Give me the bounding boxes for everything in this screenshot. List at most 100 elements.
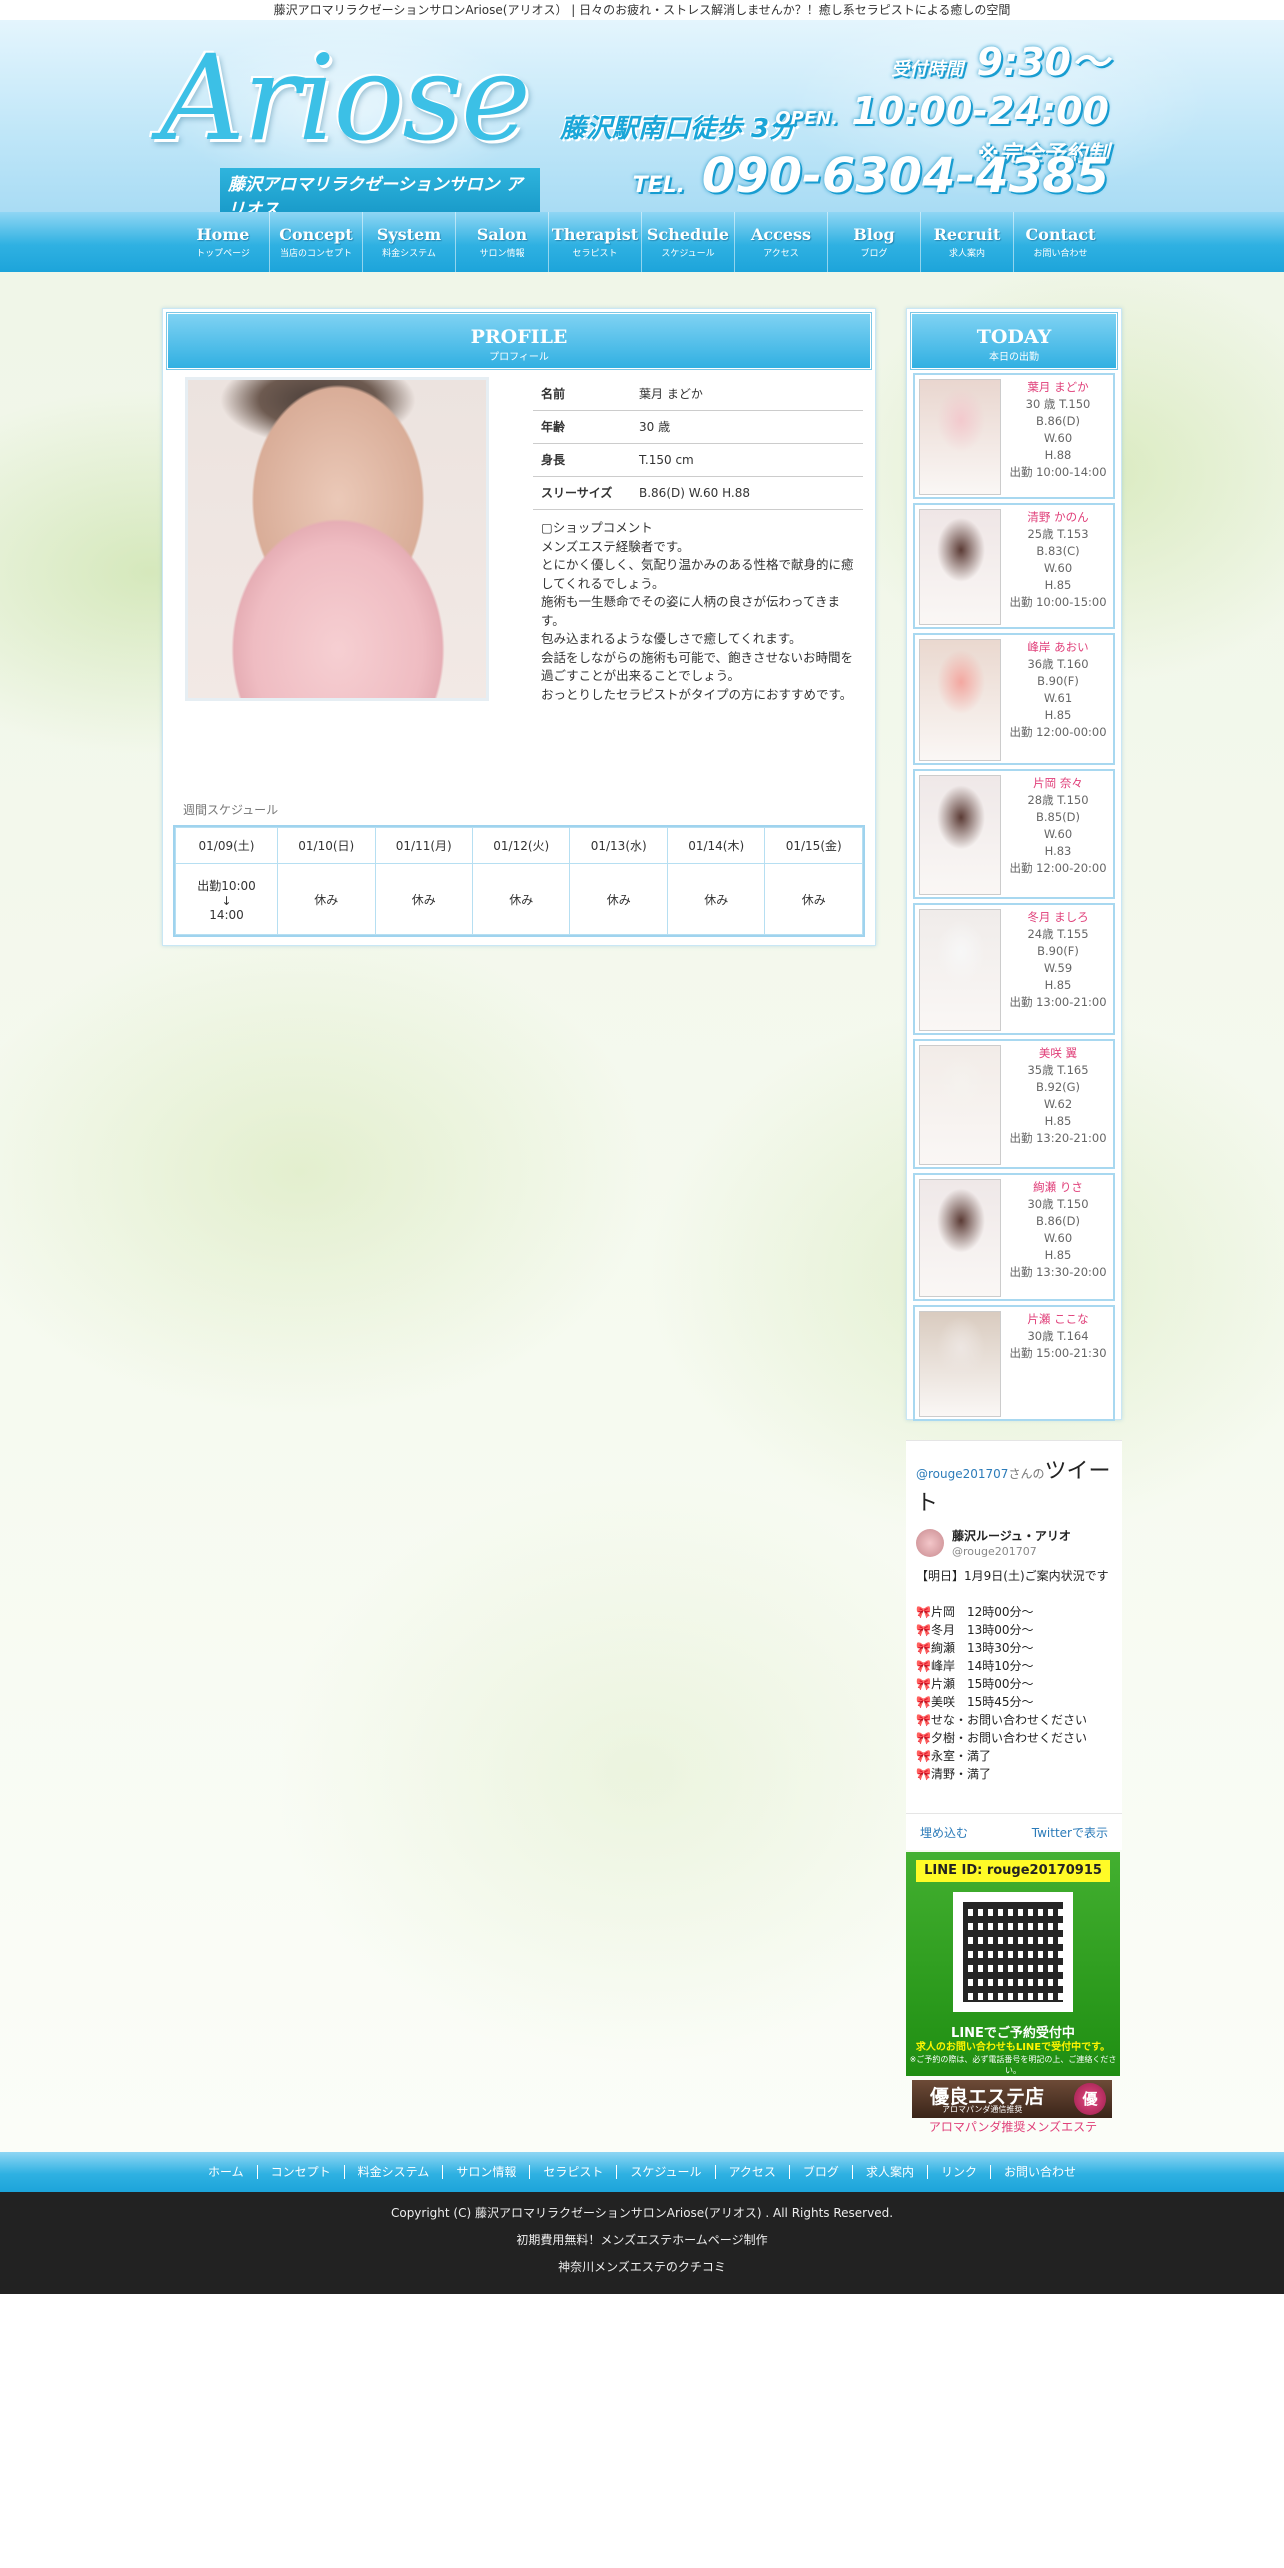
profile-title: PROFILE bbox=[470, 326, 568, 348]
cast-detail: 出勤 10:00-15:00 bbox=[1009, 595, 1107, 609]
footer-nav-link[interactable]: 料金システム bbox=[343, 2165, 443, 2179]
tweet-line: 🎀片岡 12時00分〜 bbox=[916, 1605, 1034, 1619]
today-cast-card[interactable]: 片岡 奈々 28歳 T.150 B.85(D) W.60 H.83 出勤 12:00-20… bbox=[913, 769, 1115, 899]
footer-nav-link[interactable]: リンク bbox=[926, 2165, 990, 2179]
comment-line: メンズエステ経験者です。 bbox=[541, 538, 690, 554]
seal-icon: 優 bbox=[1074, 2083, 1106, 2115]
nav-item-contact[interactable]: Contact お問い合わせ bbox=[1014, 212, 1107, 272]
station-info: 藤沢駅南口徒歩 3分 bbox=[560, 114, 796, 144]
tel-value: 090-6304-4385 bbox=[701, 148, 1109, 204]
shop-comment: ▢ショップコメント メンズエステ経験者です。 とにかく優しく、気配り温かみのある性… bbox=[541, 519, 861, 704]
spec-key: 年齢 bbox=[533, 410, 631, 444]
tweet-body: 【明日】1月9日(土)ご案内状況です 🎀片岡 12時00分〜 🎀冬月 13時00分〜… bbox=[916, 1567, 1116, 1783]
logo[interactable]: Ariose 藤沢アロマリラクゼーションサロン アリオス bbox=[160, 28, 540, 222]
cast-detail: 25歳 T.153 bbox=[1027, 527, 1089, 541]
spec-row: 身長 T.150 cm bbox=[533, 443, 863, 477]
open-label: OPEN. bbox=[775, 108, 839, 129]
nav-item-system[interactable]: System 料金システム bbox=[363, 212, 456, 272]
cast-detail: 35歳 T.165 bbox=[1027, 1063, 1089, 1077]
cast-name[interactable]: 清野 かのん bbox=[1003, 509, 1113, 526]
comment-line: おっとりしたセラピストがタイプの方におすすめです。 bbox=[541, 686, 853, 702]
cast-photo bbox=[919, 639, 1001, 761]
cast-detail: 36歳 T.160 bbox=[1027, 657, 1089, 671]
aroma-panda-banner[interactable]: 優良エステ店 アロマパンダ通信推奨 優 bbox=[912, 2080, 1112, 2118]
cast-detail: 28歳 T.150 bbox=[1027, 793, 1089, 807]
cast-detail: B.90(F) bbox=[1037, 944, 1079, 958]
footer-nav-link[interactable]: セラピスト bbox=[529, 2165, 616, 2179]
footer-nav: ホーム コンセプト 料金システム サロン情報 セラピスト スケジュール アクセス ブログ 求人案… bbox=[0, 2152, 1284, 2192]
footer-link-hp[interactable]: 初期費用無料！メンズエステホームページ制作 bbox=[0, 2227, 1284, 2254]
footer-nav-link[interactable]: アクセス bbox=[714, 2165, 789, 2179]
twitter-handle-link[interactable]: @rouge201707 bbox=[916, 1467, 1008, 1481]
nav-item-sublabel: お問い合わせ bbox=[1033, 249, 1088, 259]
footer-nav-link[interactable]: スケジュール bbox=[616, 2165, 714, 2179]
weekly-schedule-title: 週間スケジュール bbox=[183, 803, 279, 817]
cast-info: 峰岸 あおい 36歳 T.160 B.90(F) W.61 H.85 出勤 12:00-0… bbox=[1003, 639, 1113, 741]
today-cast-card[interactable]: 片瀬 ここな 30歳 T.164 出勤 15:00-21:30 bbox=[913, 1305, 1115, 1421]
cast-detail: W.60 bbox=[1043, 827, 1073, 841]
footer-link-review[interactable]: 神奈川メンズエステのクチコミ bbox=[0, 2254, 1284, 2281]
today-header: TODAY 本日の出勤 bbox=[910, 312, 1118, 370]
line-banner[interactable]: LINE ID: rouge20170915 LINEでご予約受付中 求人のお問… bbox=[906, 1852, 1120, 2076]
footer-nav-link[interactable]: ホーム bbox=[195, 2165, 257, 2179]
today-cast-card[interactable]: 峰岸 あおい 36歳 T.160 B.90(F) W.61 H.85 出勤 12:00-0… bbox=[913, 633, 1115, 765]
nav-item-access[interactable]: Access アクセス bbox=[735, 212, 828, 272]
cast-name[interactable]: 峰岸 あおい bbox=[1003, 639, 1113, 656]
nav-item-concept[interactable]: Concept 当店のコンセプト bbox=[270, 212, 363, 272]
nav-item-blog[interactable]: Blog ブログ bbox=[828, 212, 921, 272]
today-cast-card[interactable]: 絢瀬 りさ 30歳 T.150 B.86(D) W.60 H.85 出勤 13:30-20… bbox=[913, 1173, 1115, 1301]
tweet-author[interactable]: 藤沢ルージュ・アリオ @rouge201707 bbox=[916, 1525, 1116, 1565]
nav-item-sublabel: トップページ bbox=[196, 249, 250, 259]
banner-caption[interactable]: アロマパンダ推奨メンズエステ bbox=[906, 2118, 1120, 2135]
nav-item-salon[interactable]: Salon サロン情報 bbox=[456, 212, 549, 272]
cast-info: 片岡 奈々 28歳 T.150 B.85(D) W.60 H.83 出勤 12:00-20… bbox=[1003, 775, 1113, 877]
cast-name[interactable]: 絢瀬 りさ bbox=[1003, 1179, 1113, 1196]
cast-name[interactable]: 片瀬 ここな bbox=[1003, 1311, 1113, 1328]
nav-item-recruit[interactable]: Recruit 求人案内 bbox=[921, 212, 1014, 272]
cast-detail: B.83(C) bbox=[1036, 544, 1080, 558]
cast-detail: W.60 bbox=[1043, 561, 1073, 575]
comment-line: 施術も一生懸命でその姿に人柄の良さが伝わってきます。 bbox=[541, 594, 841, 628]
nav-item-sublabel: アクセス bbox=[763, 249, 799, 259]
comment-line: 包み込まれるような優しさで癒してくれます。 bbox=[541, 631, 802, 646]
footer-nav-link[interactable]: サロン情報 bbox=[442, 2165, 529, 2179]
cast-detail: B.86(D) bbox=[1035, 1214, 1080, 1228]
today-subtitle: 本日の出勤 bbox=[989, 352, 1039, 363]
line-note: ※ご予約の際は、必ず電話番号を明記の上、ご連絡ください。 bbox=[909, 2055, 1117, 2075]
nav-item-schedule[interactable]: Schedule スケジュール bbox=[642, 212, 735, 272]
footer-nav-link[interactable]: お問い合わせ bbox=[989, 2165, 1089, 2179]
cast-name[interactable]: 美咲 翼 bbox=[1003, 1045, 1113, 1062]
footer-nav-link[interactable]: ブログ bbox=[788, 2165, 852, 2179]
cast-detail: 30歳 T.150 bbox=[1027, 1197, 1089, 1211]
cast-detail: 出勤 10:00-14:00 bbox=[1009, 465, 1107, 479]
view-on-twitter-link[interactable]: Twitterで表示 bbox=[1032, 1824, 1108, 1841]
today-cast-card[interactable]: 清野 かのん 25歳 T.153 B.83(C) W.60 H.85 出勤 10:00-1… bbox=[913, 503, 1115, 629]
footer-nav-link[interactable]: コンセプト bbox=[256, 2165, 344, 2179]
nav-item-home[interactable]: Home トップページ bbox=[177, 212, 270, 272]
cast-info: 葉月 まどか 30 歳 T.150 B.86(D) W.60 H.88 出勤 10:00-… bbox=[1003, 379, 1113, 481]
cast-info: 清野 かのん 25歳 T.153 B.83(C) W.60 H.85 出勤 10:00-1… bbox=[1003, 509, 1113, 611]
cast-photo bbox=[919, 379, 1001, 495]
embed-link[interactable]: 埋め込む bbox=[920, 1824, 968, 1841]
tweet-line bbox=[916, 1585, 1116, 1603]
logo-text: Ariose bbox=[160, 29, 531, 167]
phone-number[interactable]: TEL. 090-6304-4385 bbox=[633, 148, 1109, 204]
today-cast-card[interactable]: 葉月 まどか 30 歳 T.150 B.86(D) W.60 H.88 出勤 10:00-… bbox=[913, 373, 1115, 499]
week-date: 01/10(日) bbox=[277, 827, 376, 864]
footer-nav-link[interactable]: 求人案内 bbox=[851, 2165, 927, 2179]
profile-header: PROFILE プロフィール bbox=[166, 312, 872, 370]
nav-item-sublabel: セラピスト bbox=[572, 249, 618, 259]
cast-name[interactable]: 冬月 ましろ bbox=[1003, 909, 1113, 926]
nav-item-label: Salon bbox=[476, 225, 528, 244]
cast-name[interactable]: 葉月 まどか bbox=[1003, 379, 1113, 396]
week-status: 休み bbox=[374, 863, 473, 935]
cast-name[interactable]: 片岡 奈々 bbox=[1003, 775, 1113, 792]
today-cast-card[interactable]: 冬月 ましろ 24歳 T.155 B.90(F) W.59 H.85 出勤 13:00-2… bbox=[913, 903, 1115, 1035]
week-status: 休み bbox=[569, 863, 668, 935]
cast-detail: B.92(G) bbox=[1035, 1080, 1081, 1094]
spec-row: 名前 葉月 まどか bbox=[533, 377, 863, 411]
week-status: 休み bbox=[666, 863, 766, 935]
week-date: 01/14(木) bbox=[666, 827, 766, 864]
today-cast-card[interactable]: 美咲 翼 35歳 T.165 B.92(G) W.62 H.85 出勤 13:20-21:… bbox=[913, 1039, 1115, 1169]
nav-item-therapist[interactable]: Therapist セラピスト bbox=[549, 212, 642, 272]
